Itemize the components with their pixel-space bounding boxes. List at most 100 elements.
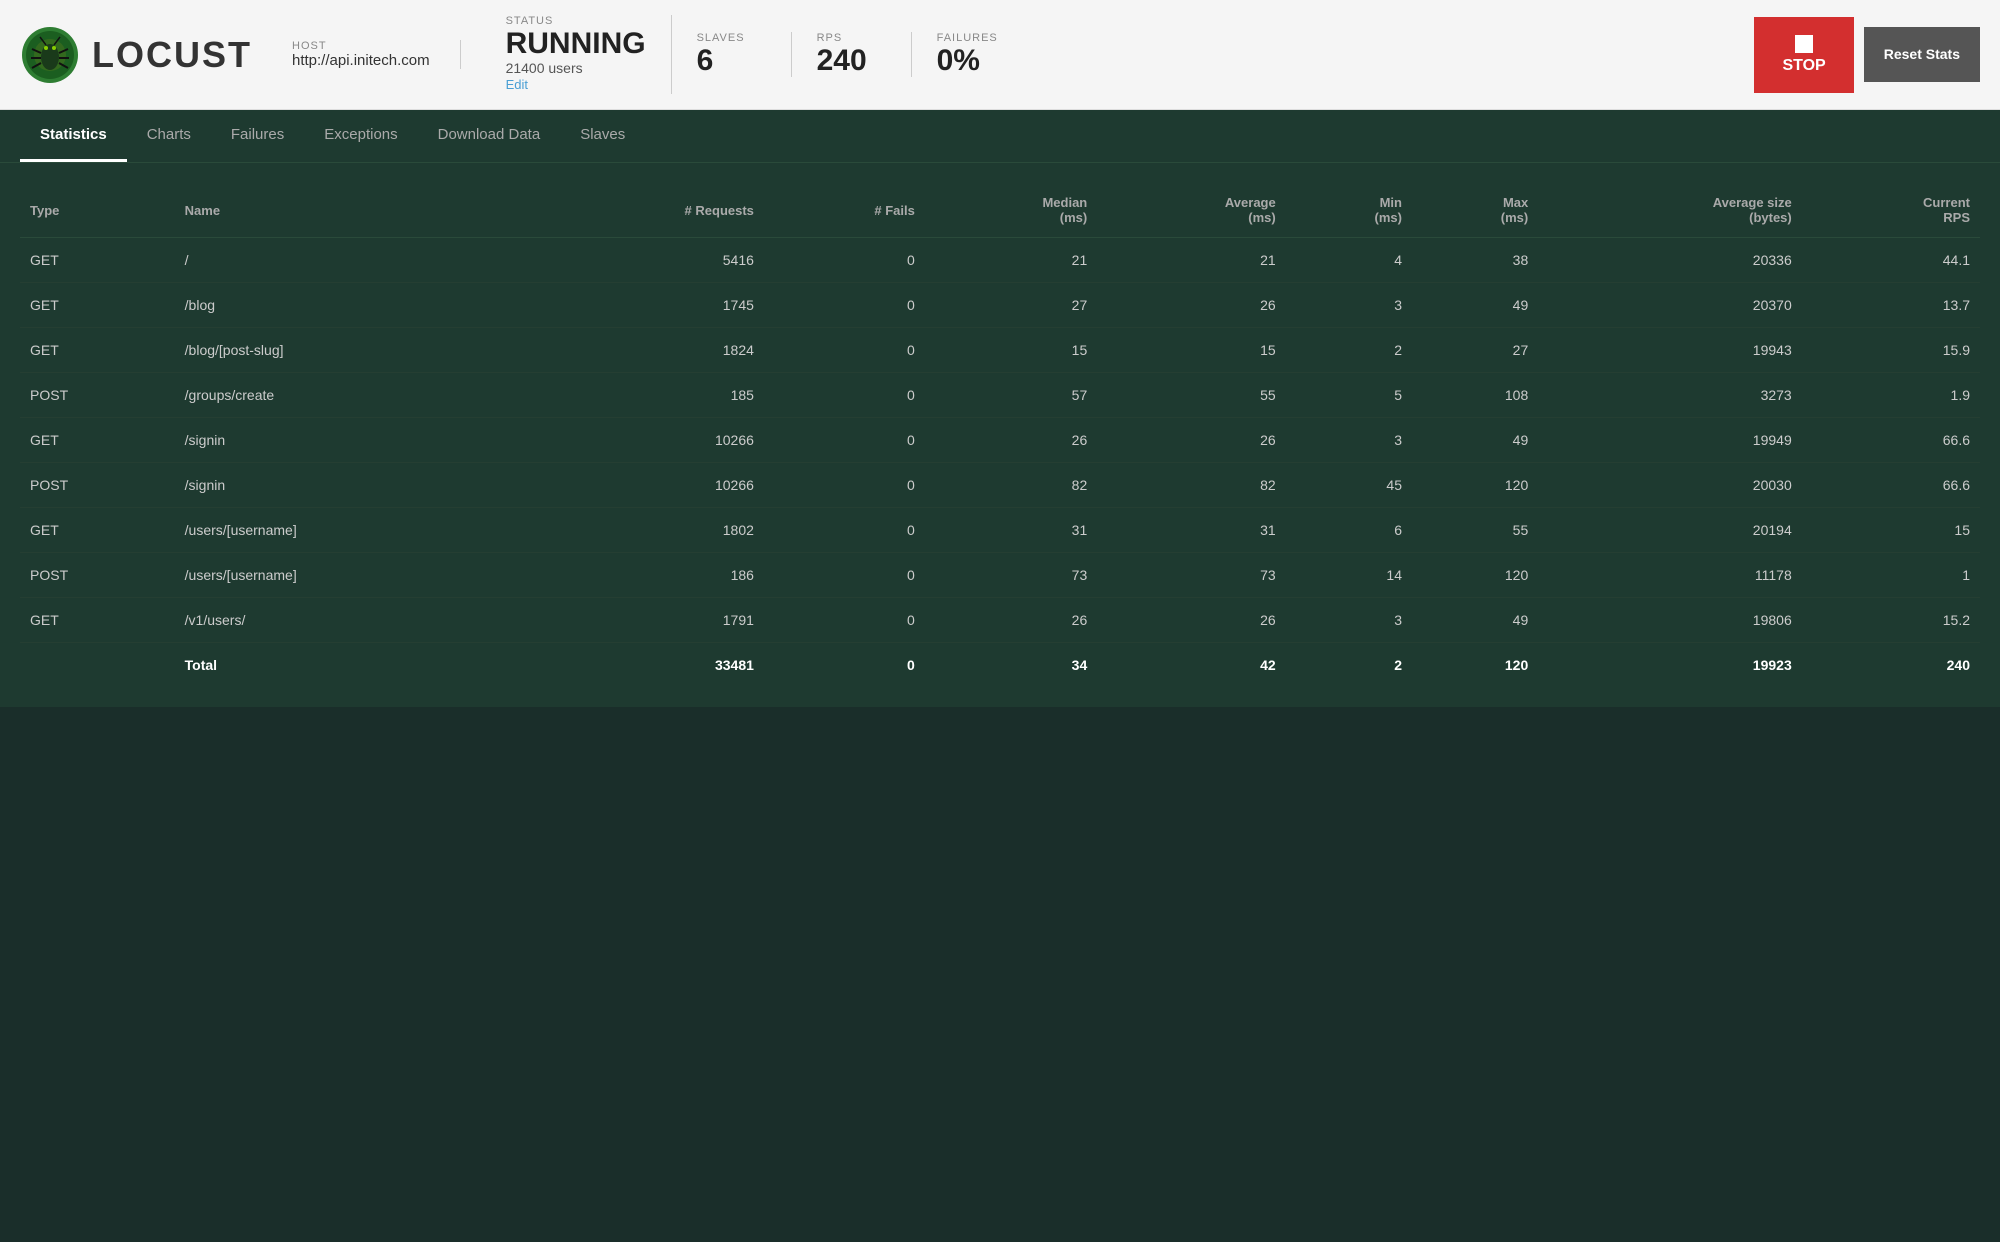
cell-current-rps: 15.9	[1802, 328, 1980, 373]
cell-average: 26	[1097, 283, 1285, 328]
slaves-section: SLAVES 6	[672, 32, 792, 77]
cell-requests: 5416	[526, 238, 764, 283]
cell-fails: 0	[764, 598, 925, 643]
totals-type	[20, 643, 175, 688]
table-row: GET /signin 10266 0 26 26 3 49 19949 66.…	[20, 418, 1980, 463]
table-row: GET / 5416 0 21 21 4 38 20336 44.1	[20, 238, 1980, 283]
tab-slaves[interactable]: Slaves	[560, 110, 645, 162]
cell-max: 38	[1412, 238, 1538, 283]
cell-name: /users/[username]	[175, 553, 526, 598]
statistics-table: Type Name # Requests # Fails Median(ms) …	[20, 183, 1980, 687]
cell-type: GET	[20, 328, 175, 373]
col-name: Name	[175, 183, 526, 238]
cell-name: /blog/[post-slug]	[175, 328, 526, 373]
table-header-row: Type Name # Requests # Fails Median(ms) …	[20, 183, 1980, 238]
cell-current-rps: 13.7	[1802, 283, 1980, 328]
cell-median: 15	[925, 328, 1097, 373]
cell-current-rps: 15.2	[1802, 598, 1980, 643]
cell-requests: 186	[526, 553, 764, 598]
cell-name: /v1/users/	[175, 598, 526, 643]
cell-median: 27	[925, 283, 1097, 328]
users-value: 21400 users	[506, 60, 646, 76]
cell-type: POST	[20, 553, 175, 598]
col-avg-size: Average size(bytes)	[1538, 183, 1801, 238]
totals-median: 34	[925, 643, 1097, 688]
cell-avg-size: 11178	[1538, 553, 1801, 598]
table-row: GET /blog/[post-slug] 1824 0 15 15 2 27 …	[20, 328, 1980, 373]
stop-button[interactable]: STOP	[1754, 17, 1853, 93]
cell-min: 3	[1286, 283, 1412, 328]
cell-current-rps: 44.1	[1802, 238, 1980, 283]
status-section: STATUS RUNNING 21400 users Edit	[481, 15, 672, 94]
cell-min: 3	[1286, 598, 1412, 643]
slaves-value: 6	[697, 44, 766, 77]
cell-fails: 0	[764, 238, 925, 283]
cell-median: 73	[925, 553, 1097, 598]
cell-min: 3	[1286, 418, 1412, 463]
table-row: POST /users/[username] 186 0 73 73 14 12…	[20, 553, 1980, 598]
cell-type: GET	[20, 283, 175, 328]
cell-name: /signin	[175, 463, 526, 508]
cell-type: POST	[20, 373, 175, 418]
slaves-label: SLAVES	[697, 32, 766, 44]
cell-requests: 185	[526, 373, 764, 418]
edit-link[interactable]: Edit	[506, 77, 528, 92]
cell-type: GET	[20, 418, 175, 463]
cell-max: 27	[1412, 328, 1538, 373]
host-label: HOST	[292, 40, 430, 52]
tab-exceptions[interactable]: Exceptions	[304, 110, 417, 162]
reset-stats-button[interactable]: Reset Stats	[1864, 27, 1980, 83]
table-row: POST /signin 10266 0 82 82 45 120 20030 …	[20, 463, 1980, 508]
cell-name: /blog	[175, 283, 526, 328]
cell-current-rps: 66.6	[1802, 418, 1980, 463]
stop-label: STOP	[1782, 57, 1825, 75]
col-current-rps: CurrentRPS	[1802, 183, 1980, 238]
stop-icon	[1795, 35, 1813, 53]
cell-name: /users/[username]	[175, 508, 526, 553]
cell-fails: 0	[764, 373, 925, 418]
cell-requests: 1791	[526, 598, 764, 643]
cell-requests: 1824	[526, 328, 764, 373]
col-median: Median(ms)	[925, 183, 1097, 238]
totals-max: 120	[1412, 643, 1538, 688]
tab-statistics[interactable]: Statistics	[20, 110, 127, 162]
table-row: POST /groups/create 185 0 57 55 5 108 32…	[20, 373, 1980, 418]
header-actions: STOP Reset Stats	[1754, 17, 1980, 93]
cell-fails: 0	[764, 553, 925, 598]
cell-avg-size: 19806	[1538, 598, 1801, 643]
tab-download-data[interactable]: Download Data	[418, 110, 561, 162]
cell-min: 6	[1286, 508, 1412, 553]
app-header: LOCUST HOST http://api.initech.com STATU…	[0, 0, 2000, 110]
cell-max: 55	[1412, 508, 1538, 553]
table-row: GET /blog 1745 0 27 26 3 49 20370 13.7	[20, 283, 1980, 328]
cell-max: 49	[1412, 598, 1538, 643]
host-value: http://api.initech.com	[292, 52, 430, 69]
col-requests: # Requests	[526, 183, 764, 238]
cell-median: 82	[925, 463, 1097, 508]
rps-value: 240	[817, 44, 886, 77]
cell-average: 55	[1097, 373, 1285, 418]
cell-requests: 1745	[526, 283, 764, 328]
cell-current-rps: 66.6	[1802, 463, 1980, 508]
totals-min: 2	[1286, 643, 1412, 688]
cell-avg-size: 20194	[1538, 508, 1801, 553]
totals-fails: 0	[764, 643, 925, 688]
col-type: Type	[20, 183, 175, 238]
cell-name: /groups/create	[175, 373, 526, 418]
cell-max: 120	[1412, 553, 1538, 598]
tab-charts[interactable]: Charts	[127, 110, 211, 162]
tab-failures[interactable]: Failures	[211, 110, 304, 162]
logo-text: LOCUST	[92, 34, 252, 76]
cell-type: GET	[20, 598, 175, 643]
cell-max: 108	[1412, 373, 1538, 418]
cell-min: 14	[1286, 553, 1412, 598]
cell-fails: 0	[764, 283, 925, 328]
cell-type: POST	[20, 463, 175, 508]
cell-type: GET	[20, 508, 175, 553]
cell-current-rps: 1.9	[1802, 373, 1980, 418]
cell-min: 2	[1286, 328, 1412, 373]
cell-max: 49	[1412, 283, 1538, 328]
cell-name: /signin	[175, 418, 526, 463]
table-row: GET /v1/users/ 1791 0 26 26 3 49 19806 1…	[20, 598, 1980, 643]
failures-label: FAILURES	[937, 32, 1007, 44]
